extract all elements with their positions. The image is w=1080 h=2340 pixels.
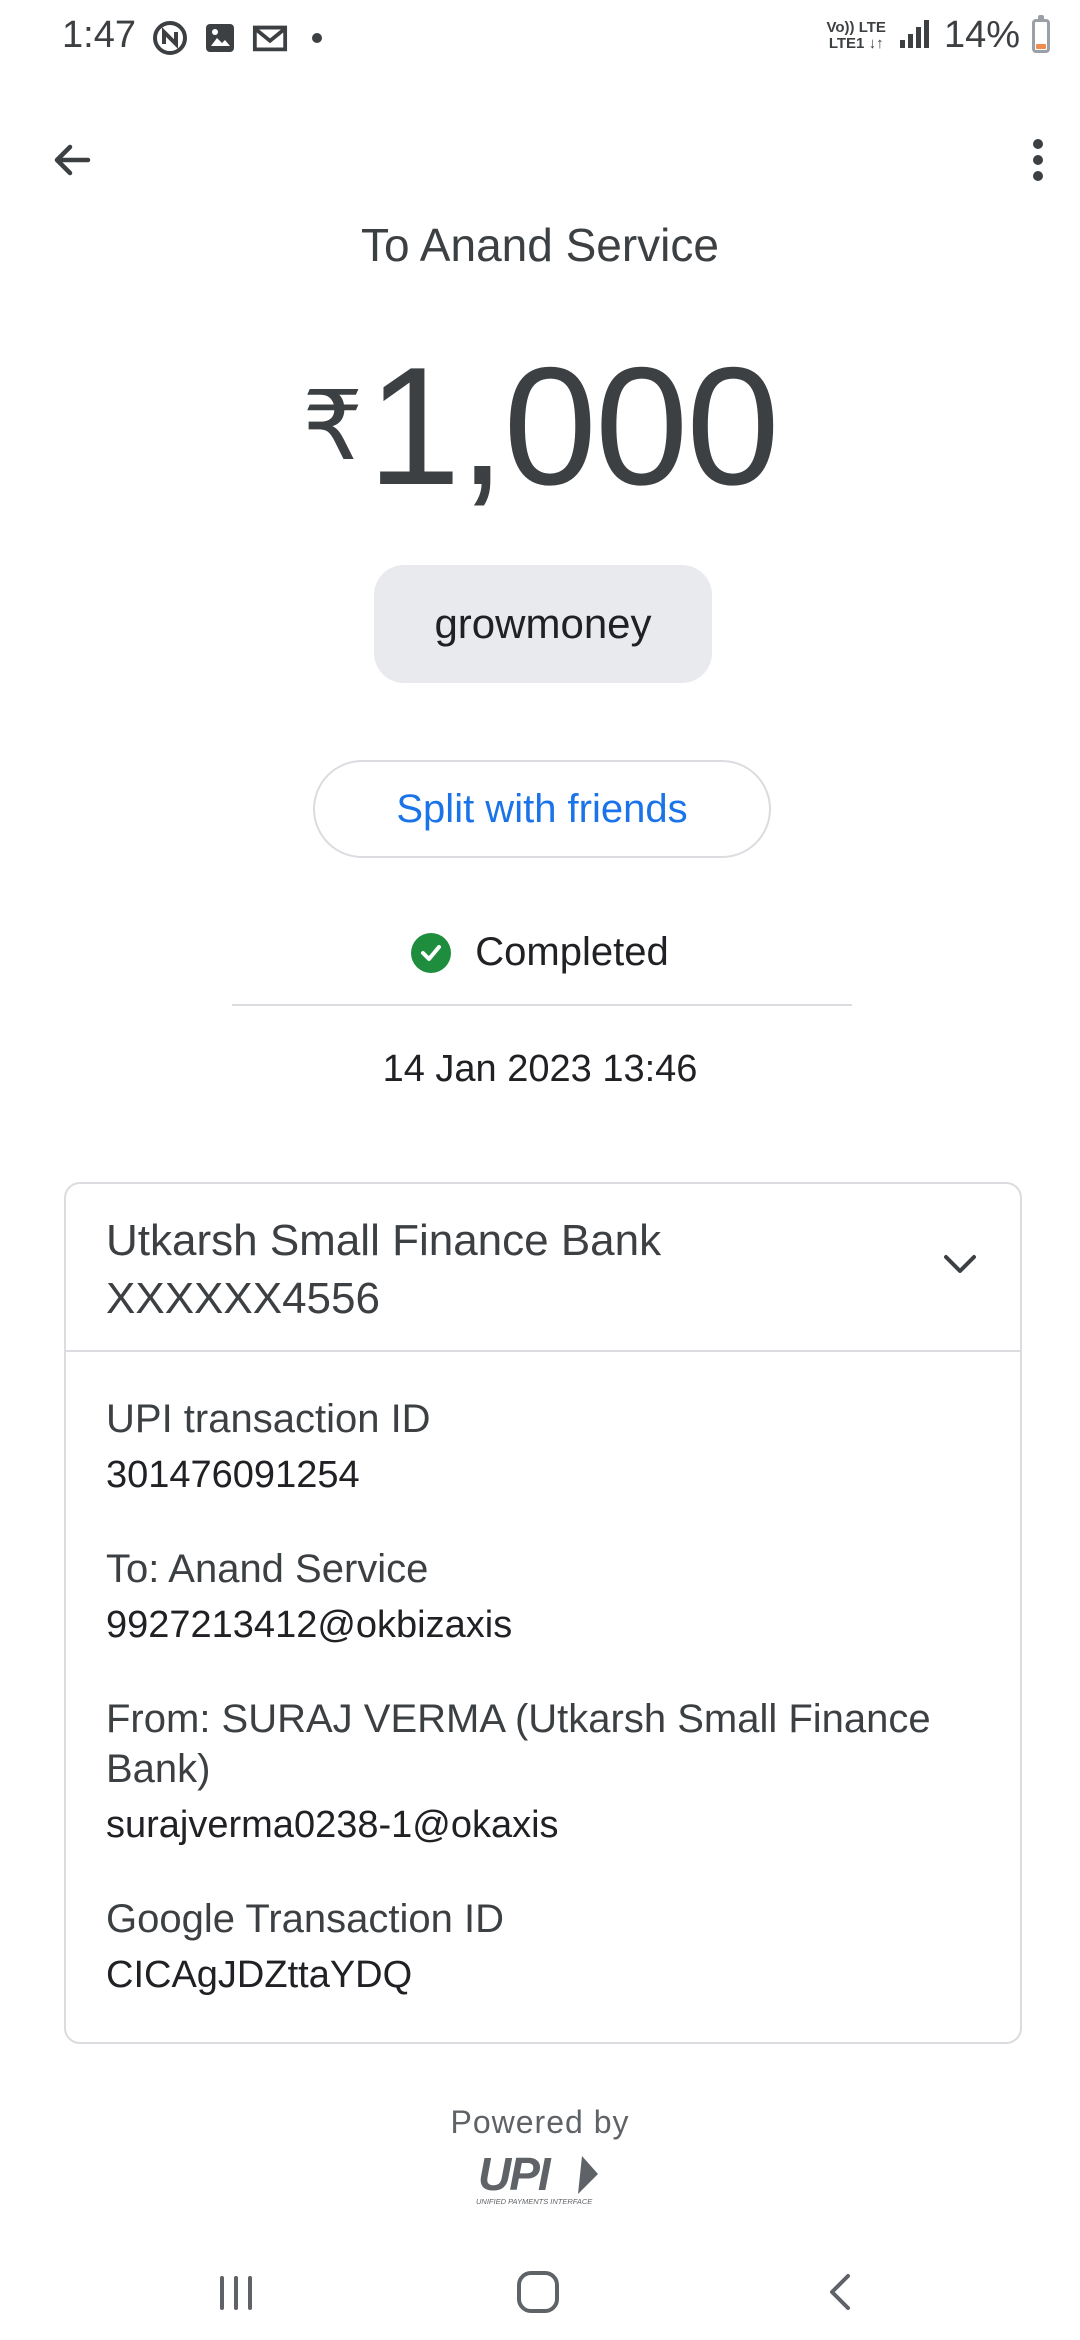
- image-icon: [202, 20, 238, 56]
- detail-label: Google Transaction ID: [106, 1897, 504, 1941]
- upi-wordmark: UPI: [478, 2150, 552, 2200]
- recipient-row: To: Anand Service 9927213412@okbizaxis: [106, 1544, 986, 1650]
- battery-percent: 14%: [943, 14, 1020, 56]
- google-transaction-id-row: Google Transaction ID CICAgJDZttaYDQ: [106, 1894, 986, 2000]
- system-status: Vo)) LTE LTE1 ↓↑ 14%: [826, 14, 1050, 57]
- detail-value: surajverma0238-1@okaxis: [106, 1804, 559, 1846]
- recent-apps-icon: [220, 2276, 252, 2310]
- more-notifications-dot: [312, 33, 322, 43]
- signal-icon: [898, 16, 932, 55]
- network-lte-label: LTE1 ↓↑: [828, 34, 884, 52]
- arrow-left-icon: [54, 144, 91, 176]
- bank-name: Utkarsh Small Finance Bank: [106, 1216, 662, 1265]
- detail-value: 9927213412@okbizaxis: [106, 1604, 513, 1646]
- detail-label: UPI transaction ID: [106, 1397, 431, 1441]
- battery-icon: [1032, 14, 1050, 53]
- check-circle-icon: [411, 932, 452, 973]
- upi-transaction-id-row: UPI transaction ID 301476091254: [106, 1394, 986, 1500]
- bank-account-header[interactable]: Utkarsh Small Finance Bank XXXXXX4556: [66, 1184, 1020, 1352]
- home-button[interactable]: [506, 2260, 570, 2324]
- network-volte-label: Vo)) LTE: [826, 18, 886, 36]
- powered-by-label: Powered by: [450, 2104, 630, 2140]
- recipient-title: To Anand Service: [360, 219, 719, 271]
- upi-subtitle: UNIFIED PAYMENTS INTERFACE: [476, 2197, 593, 2206]
- bank-account-info: Utkarsh Small Finance Bank XXXXXX4556: [106, 1212, 866, 1328]
- detail-label: From: SURAJ VERMA (Utkarsh Small Finance…: [106, 1697, 931, 1791]
- more-vert-icon: [1033, 139, 1043, 181]
- nav-back-button[interactable]: [810, 2260, 874, 2324]
- status-bar: 1:47 Vo)) LTE LTE1 ↓↑ 14%: [0, 0, 1080, 80]
- chevron-down-icon: [944, 1255, 976, 1273]
- system-navigation-bar: [0, 2240, 1080, 2340]
- upi-logo: UPI UNIFIED PAYMENTS INTERFACE: [476, 2150, 598, 2206]
- account-number: XXXXXX4556: [106, 1274, 380, 1323]
- currency-symbol: ₹: [302, 373, 364, 480]
- network-type: Vo)) LTE LTE1 ↓↑: [826, 18, 886, 52]
- recent-apps-button[interactable]: [204, 2260, 268, 2324]
- detail-value: 301476091254: [106, 1454, 360, 1496]
- detail-label: To: Anand Service: [106, 1547, 429, 1591]
- home-icon: [517, 2271, 559, 2313]
- status-divider: [232, 1004, 852, 1006]
- more-options-button[interactable]: [1006, 128, 1070, 192]
- chevron-left-icon: [830, 2274, 850, 2310]
- gmail-icon: [252, 20, 288, 56]
- transaction-datetime: 14 Jan 2023 13:46: [382, 1048, 698, 1090]
- payment-note-chip: growmoney: [374, 565, 712, 683]
- sender-row: From: SURAJ VERMA (Utkarsh Small Finance…: [106, 1694, 986, 1850]
- app-toolbar: [0, 110, 1080, 210]
- transaction-details-card: Utkarsh Small Finance Bank XXXXXX4556 UP…: [64, 1182, 1022, 2044]
- status-label: Completed: [475, 930, 669, 974]
- app-notification-icon: [152, 20, 188, 56]
- transaction-status: Completed: [0, 930, 1080, 975]
- back-button[interactable]: [40, 128, 104, 192]
- payment-amount: ₹1,000: [0, 330, 1080, 520]
- detail-value: CICAgJDZttaYDQ: [106, 1954, 413, 1996]
- status-time: 1:47: [62, 14, 136, 56]
- split-with-friends-button[interactable]: Split with friends: [313, 760, 771, 858]
- expand-button[interactable]: [928, 1232, 992, 1296]
- notification-icons: [152, 20, 322, 56]
- amount-value: 1,000: [367, 332, 779, 520]
